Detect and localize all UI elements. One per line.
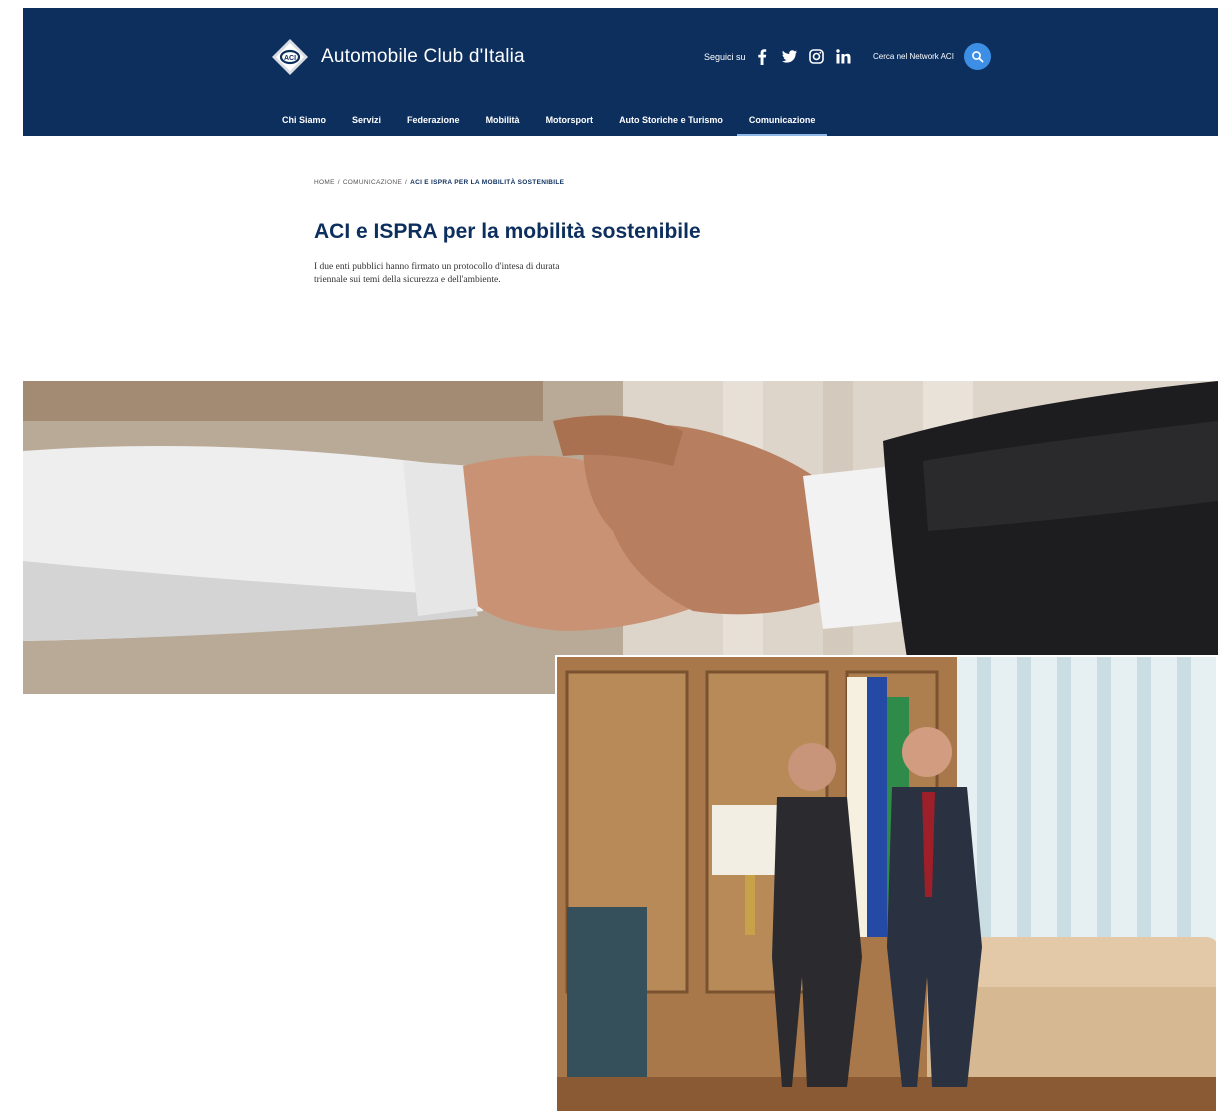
main-nav: Chi Siamo Servizi Federazione Mobilità M… xyxy=(282,106,841,136)
nav-item-mobilita[interactable]: Mobilità xyxy=(486,106,520,136)
handshake-hero-image xyxy=(23,381,1218,694)
nav-item-motorsport[interactable]: Motorsport xyxy=(546,106,594,136)
svg-text:ACI: ACI xyxy=(284,55,296,62)
brand-name: Automobile Club d'Italia xyxy=(321,46,525,67)
meeting-photo xyxy=(555,655,1218,1113)
nav-item-federazione[interactable]: Federazione xyxy=(407,106,460,136)
nav-item-chi-siamo[interactable]: Chi Siamo xyxy=(282,106,326,136)
site-header: ACI Automobile Club d'Italia Seguici su … xyxy=(23,8,1218,136)
breadcrumb-section[interactable]: COMUNICAZIONE xyxy=(343,179,402,186)
search-area: Cerca nel Network ACI xyxy=(873,43,991,70)
follow-label: Seguici su xyxy=(704,51,746,62)
linkedin-icon[interactable] xyxy=(835,48,852,65)
nav-item-comunicazione[interactable]: Comunicazione xyxy=(736,106,827,136)
social-links: Seguici su xyxy=(704,48,862,65)
facebook-icon[interactable] xyxy=(754,48,771,65)
breadcrumb-separator: / xyxy=(337,179,340,186)
aci-logo-icon: ACI xyxy=(271,38,309,76)
page-title: ACI e ISPRA per la mobilità sostenibile xyxy=(314,220,701,243)
search-button[interactable] xyxy=(963,43,991,70)
breadcrumb-separator: / xyxy=(404,179,408,186)
brand[interactable]: ACI Automobile Club d'Italia xyxy=(271,38,525,76)
breadcrumb: HOME / COMUNICAZIONE / ACI E ISPRA PER L… xyxy=(314,179,567,186)
twitter-icon[interactable] xyxy=(781,48,798,65)
article-subtitle: I due enti pubblici hanno firmato un pro… xyxy=(314,262,560,285)
search-label: Cerca nel Network ACI xyxy=(873,52,954,61)
breadcrumb-home[interactable]: HOME xyxy=(314,179,335,186)
nav-item-auto-storiche[interactable]: Auto Storiche e Turismo xyxy=(619,106,723,136)
breadcrumb-current: ACI E ISPRA PER LA MOBILITÀ SOSTENIBILE xyxy=(410,179,565,186)
instagram-icon[interactable] xyxy=(808,48,825,65)
nav-item-servizi[interactable]: Servizi xyxy=(352,106,381,136)
search-icon xyxy=(972,51,984,63)
